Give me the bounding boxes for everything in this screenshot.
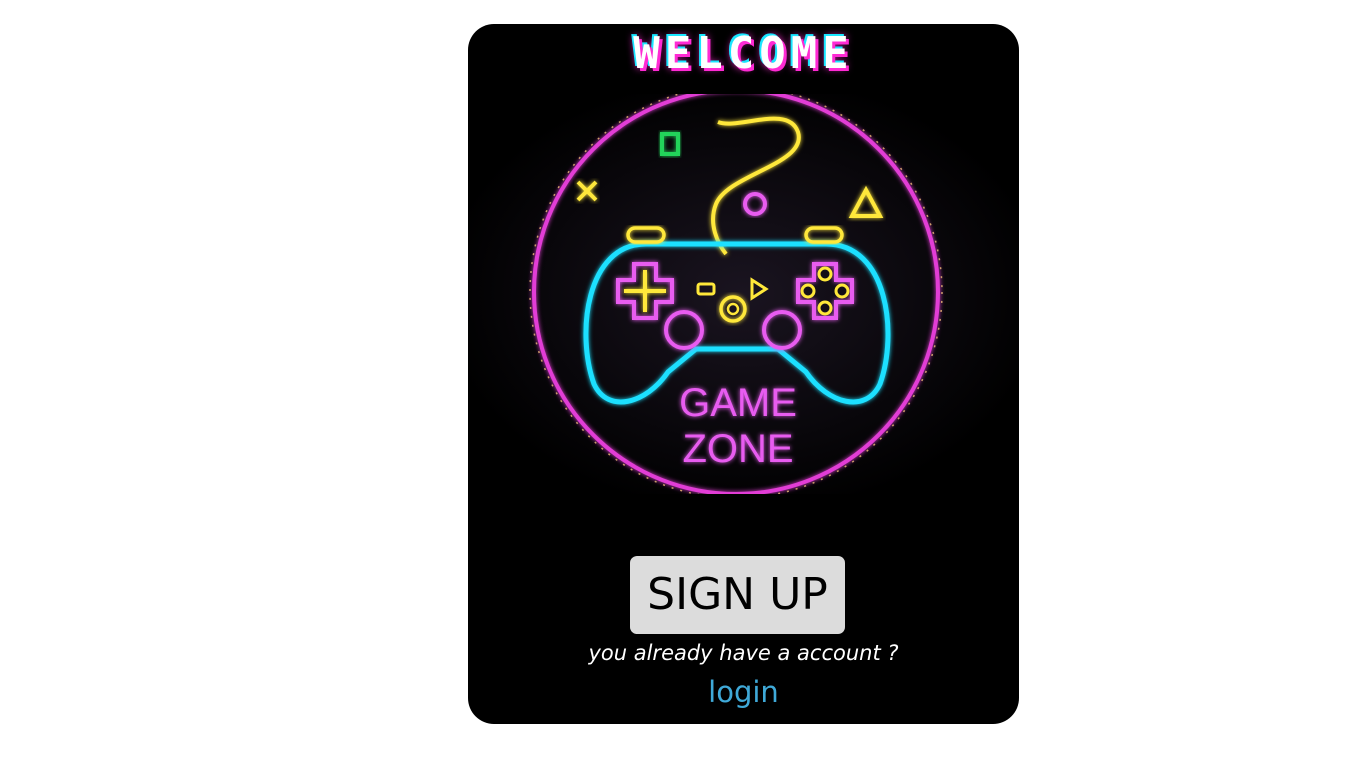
sign-up-button[interactable]: SIGN UP [630,556,845,634]
gamepad-neon-icon: GAME ZONE [468,94,1019,494]
account-prompt-text: you already have a account ? [588,641,899,665]
game-zone-logo: GAME ZONE [468,94,1019,494]
logo-line-zone: ZONE [682,427,793,471]
welcome-title: WELCOME [633,28,854,79]
login-link[interactable]: login [468,675,1019,709]
welcome-card: WELCOME GAME ZONE SIGN UP you already ha… [468,24,1019,724]
logo-line-game: GAME [679,381,797,425]
